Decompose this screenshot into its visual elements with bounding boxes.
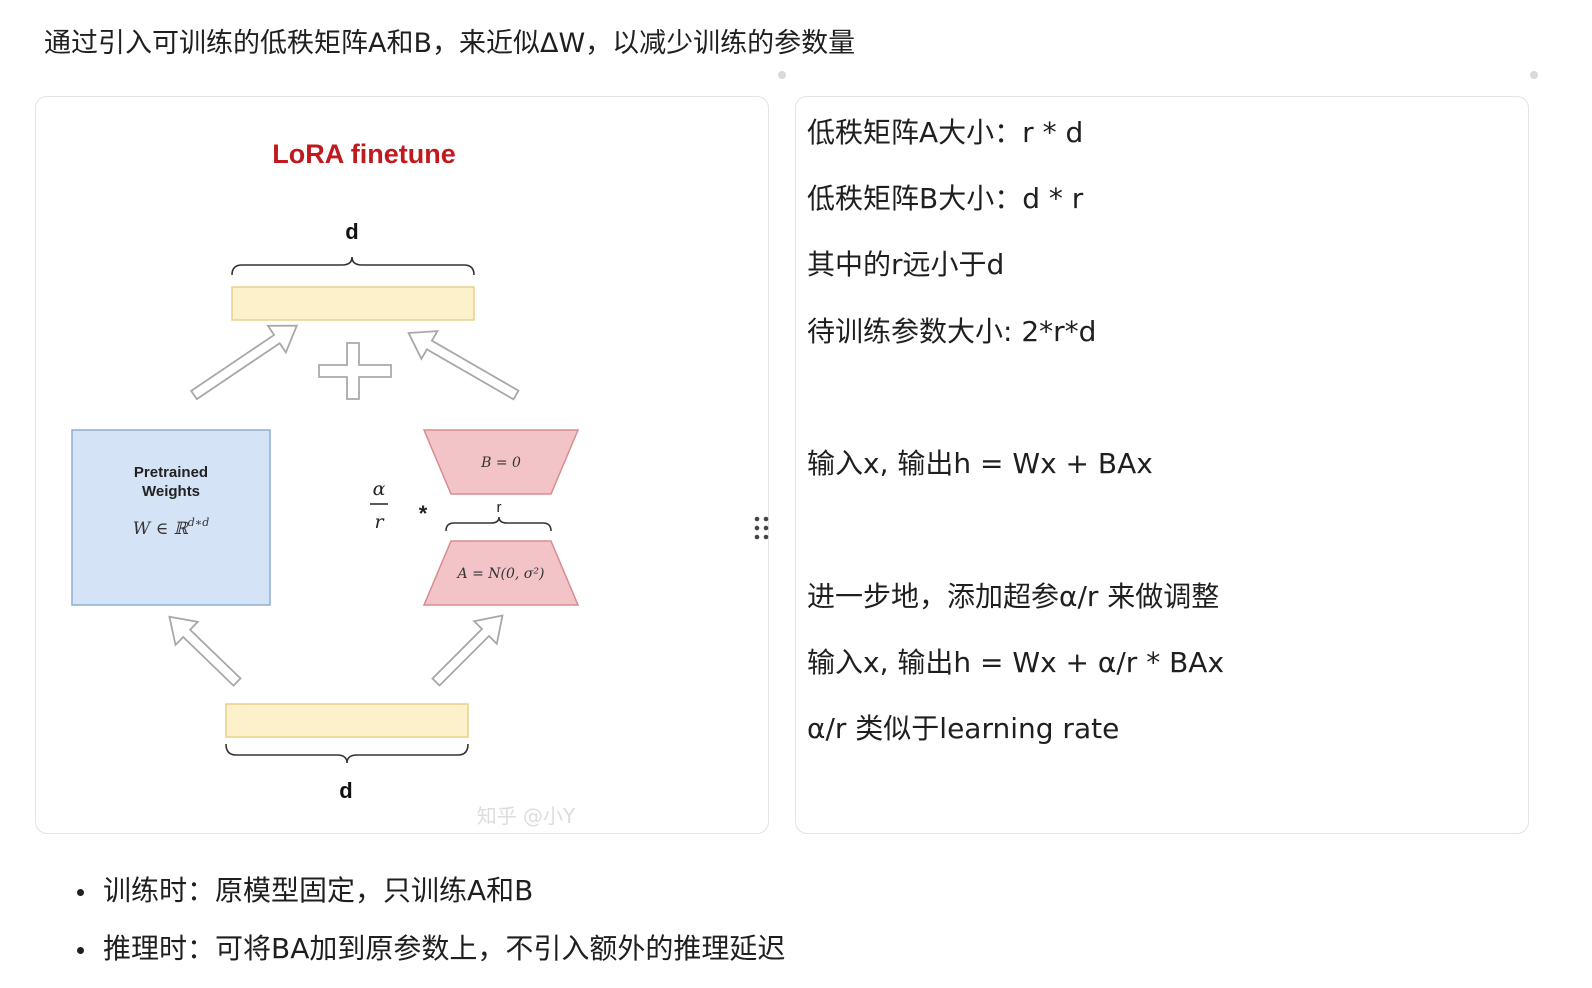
matrix-a-label: A = N(0, σ²) xyxy=(456,566,545,582)
learning-rate-line: α/r 类似于learning rate xyxy=(807,712,1120,745)
list-item: 训练时：原模型固定，只训练A和B xyxy=(74,864,785,922)
diagram-title: LoRA finetune xyxy=(272,139,455,169)
scaled-formula-line: 输入x, 输出h = Wx + α/r * BAx xyxy=(807,646,1225,679)
top-dim-label: d xyxy=(345,219,358,244)
lora-diagram-card: LoRA finetune d Pretrained Weights W ∈ ℝ… xyxy=(35,96,769,834)
hyperparam-line: 进一步地，添加超参α/r 来做调整 xyxy=(807,580,1220,613)
pretrained-weights-box xyxy=(71,429,271,606)
rank-note-line: 其中的r远小于d xyxy=(807,248,1005,281)
rank-brace xyxy=(445,516,552,532)
alpha-symbol: α xyxy=(373,478,386,500)
output-formula-line: 输入x, 输出h = Wx + BAx xyxy=(807,447,1153,480)
bullet-list: 训练时：原模型固定，只训练A和B 推理时：可将BA加到原参数上，不引入额外的推理… xyxy=(74,864,785,980)
bottom-brace xyxy=(225,743,469,764)
up-arrow-right-icon xyxy=(407,330,520,401)
intro-text: 通过引入可训练的低秩矩阵A和B，来近似ΔW，以减少训练的参数量 xyxy=(44,28,856,59)
bullet-marker xyxy=(77,947,84,954)
input-vector xyxy=(225,703,469,738)
pretrained-label-line2: Weights xyxy=(142,483,200,500)
r-denominator: r xyxy=(374,511,385,533)
plus-icon xyxy=(318,342,392,400)
lower-arrow-left-icon xyxy=(168,615,242,687)
matrix-b-size-line: 低秩矩阵B大小：d * r xyxy=(807,182,1084,215)
matrix-b-label: B = 0 xyxy=(480,455,521,471)
separator-dot xyxy=(1530,71,1538,79)
watermark: 知乎 @小Y xyxy=(477,804,576,828)
output-vector xyxy=(231,286,475,321)
multiply-symbol: * xyxy=(419,501,428,526)
list-item: 推理时：可将BA加到原参数上，不引入额外的推理延迟 xyxy=(74,922,785,980)
bullet-text: 推理时：可将BA加到原参数上，不引入额外的推理延迟 xyxy=(103,932,786,965)
drag-handle-icon[interactable] xyxy=(751,514,773,542)
pretrained-label-line1: Pretrained xyxy=(134,464,208,481)
rank-label: r xyxy=(497,499,502,516)
matrix-a-size-line: 低秩矩阵A大小：r * d xyxy=(807,116,1084,149)
bullet-text: 训练时：原模型固定，只训练A和B xyxy=(103,874,534,907)
param-count-line: 待训练参数大小: 2*r*d xyxy=(807,315,1097,348)
lower-arrow-right-icon xyxy=(431,614,504,687)
top-brace xyxy=(231,256,475,276)
up-arrow-left-icon xyxy=(189,324,299,401)
bottom-dim-label: d xyxy=(339,778,352,803)
lora-diagram: LoRA finetune d Pretrained Weights W ∈ ℝ… xyxy=(71,139,580,828)
bullet-marker xyxy=(77,889,84,896)
explanation-card: 低秩矩阵A大小：r * d 低秩矩阵B大小：d * r 其中的r远小于d 待训练… xyxy=(795,96,1529,834)
separator-dot xyxy=(778,71,786,79)
